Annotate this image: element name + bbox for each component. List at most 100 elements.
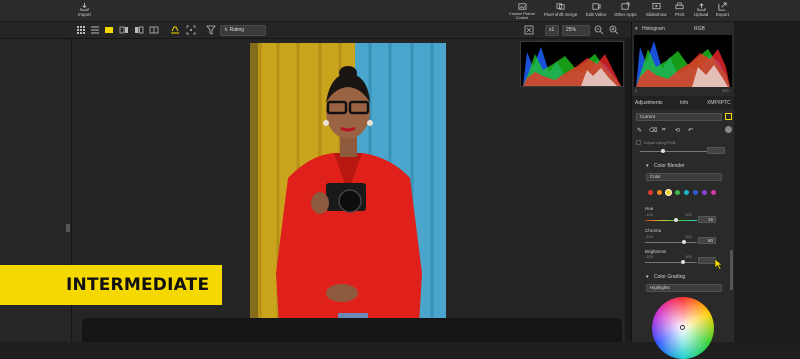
tab-info[interactable]: Info <box>680 100 688 106</box>
color-swatch[interactable] <box>693 190 698 195</box>
custom-picture-control-button[interactable]: Custom Picture Control <box>507 2 537 20</box>
compare-view-icon[interactable] <box>134 25 144 35</box>
preset-dropdown[interactable]: Current <box>636 113 722 121</box>
import-button[interactable]: Import <box>78 2 91 17</box>
histogram-channel[interactable]: RGB <box>694 26 705 32</box>
adjust-rgb-checkbox[interactable] <box>636 140 641 145</box>
upload-label: Upload <box>694 12 709 17</box>
import-label: Import <box>78 12 91 17</box>
tab-adjustments[interactable]: Adjustments <box>635 100 663 106</box>
export-icon <box>718 2 727 11</box>
histogram-axis-min: 0 <box>635 88 638 93</box>
color-grading-collapse-icon[interactable]: ▾ <box>646 274 649 280</box>
color-wheel-handle[interactable] <box>680 325 685 330</box>
upload-button[interactable]: Upload <box>694 2 708 17</box>
edit-video-button[interactable]: Edit Video <box>586 2 606 17</box>
list-view-icon[interactable] <box>90 25 100 35</box>
hue-value-box[interactable]: 15 <box>698 216 716 223</box>
color-swatch[interactable] <box>648 190 653 195</box>
hue-slider-knob[interactable] <box>674 218 678 222</box>
zoom-out-icon[interactable] <box>594 25 604 35</box>
top-slider-knob[interactable] <box>661 149 665 153</box>
banner-text: INTERMEDIATE <box>66 275 210 295</box>
right-panel: ▾ Histogram RGB 0 255 Adjustments Info X… <box>631 22 735 359</box>
edit-video-icon <box>592 3 601 10</box>
zoom-dropdown[interactable]: 25% <box>562 25 590 36</box>
top-toolbar: Import Custom Picture Control Pixel shif… <box>0 0 800 22</box>
histogram-overlay <box>520 41 624 87</box>
photo-preview[interactable] <box>250 43 446 342</box>
other-apps-icon <box>621 2 630 10</box>
color-grading-mode-dropdown[interactable]: Highlights <box>646 284 722 292</box>
sort-dropdown[interactable]: ⇅ Rating <box>220 25 266 36</box>
zoom-multiplier[interactable]: x1 <box>545 25 559 36</box>
eraser-icon[interactable]: ⌫ <box>649 127 657 134</box>
hue-label: Hue <box>645 206 654 211</box>
slideshow-button[interactable]: Slideshow <box>646 2 667 17</box>
hue-slider[interactable] <box>645 220 697 221</box>
pixel-shift-merge-label: Pixel shift merge <box>544 12 578 17</box>
preset-value: Current <box>640 114 656 119</box>
focus-point-icon[interactable] <box>186 25 196 35</box>
edit-video-label: Edit Video <box>586 12 607 17</box>
export-button[interactable]: Export <box>716 2 729 17</box>
color-swatch[interactable] <box>711 190 716 195</box>
color-swatch[interactable] <box>666 190 671 195</box>
color-blender-mode-dropdown[interactable]: Color <box>646 173 722 181</box>
brightness-slider[interactable] <box>645 262 697 263</box>
panel-histogram <box>634 35 732 87</box>
preset-yellow-toggle[interactable] <box>725 113 732 120</box>
chroma-min: -100 <box>645 234 654 239</box>
hue-value: 15 <box>707 217 713 222</box>
right-margin <box>734 22 800 342</box>
hue-max: 100 <box>685 212 692 217</box>
chroma-slider-knob[interactable] <box>682 240 686 244</box>
custom-picture-control-label: Custom Picture Control <box>509 12 535 20</box>
histogram-graph <box>523 47 621 86</box>
chroma-label: Chroma <box>645 228 662 233</box>
color-grading-wheel[interactable] <box>652 297 714 359</box>
single-view-icon[interactable] <box>104 25 114 35</box>
chroma-value: 60 <box>707 238 713 243</box>
panel-scrollbar[interactable] <box>730 250 733 290</box>
color-blender-title: Color Blender <box>654 163 685 169</box>
color-grading-mode-value: Highlights <box>650 285 670 290</box>
settings-gear-icon[interactable] <box>725 126 732 133</box>
highlight-icon[interactable] <box>170 25 180 35</box>
color-grading-title: Color Grading <box>654 274 686 280</box>
fit-screen-icon[interactable] <box>524 25 534 35</box>
color-swatch[interactable] <box>657 190 662 195</box>
color-swatch[interactable] <box>702 190 707 195</box>
panel-histogram-graph <box>636 41 730 87</box>
pixel-shift-merge-button[interactable]: Pixel shift merge <box>544 2 577 17</box>
color-swatch[interactable] <box>675 190 680 195</box>
undo-icon[interactable]: ↶ <box>688 127 693 134</box>
other-apps-label: Other Apps <box>614 12 637 17</box>
crop-icon[interactable]: ⌗ <box>662 127 665 134</box>
brightness-slider-knob[interactable] <box>681 260 685 264</box>
chroma-value-box[interactable]: 60 <box>698 237 716 244</box>
other-apps-button[interactable]: Other Apps <box>614 2 637 17</box>
intermediate-banner: INTERMEDIATE <box>0 265 222 305</box>
upload-icon <box>697 3 706 11</box>
filter-icon[interactable] <box>206 25 216 35</box>
left-panel-toggle[interactable] <box>66 224 70 232</box>
rotate-icon[interactable]: ⟲ <box>675 127 680 134</box>
top-value-box[interactable] <box>707 147 725 154</box>
print-button[interactable]: Print <box>675 2 684 17</box>
panel-tabs: Adjustments Info XMP/IPTC <box>632 96 735 109</box>
export-label: Export <box>716 12 730 17</box>
tab-xmp-iptc[interactable]: XMP/IPTC <box>707 100 731 106</box>
color-blender-collapse-icon[interactable]: ▾ <box>646 163 649 169</box>
grid-view-icon[interactable] <box>76 25 86 35</box>
color-blender-mode-value: Color <box>650 174 661 179</box>
split-view-icon[interactable] <box>149 25 159 35</box>
zoom-in-icon[interactable] <box>609 25 619 35</box>
brush-icon[interactable]: ✎ <box>637 127 642 134</box>
filmstrip-view-icon[interactable] <box>119 25 129 35</box>
import-icon <box>80 2 89 11</box>
color-swatch[interactable] <box>684 190 689 195</box>
pixel-shift-icon <box>556 3 565 10</box>
histogram-collapse-icon[interactable]: ▾ <box>635 26 638 32</box>
chroma-slider[interactable] <box>645 242 697 243</box>
